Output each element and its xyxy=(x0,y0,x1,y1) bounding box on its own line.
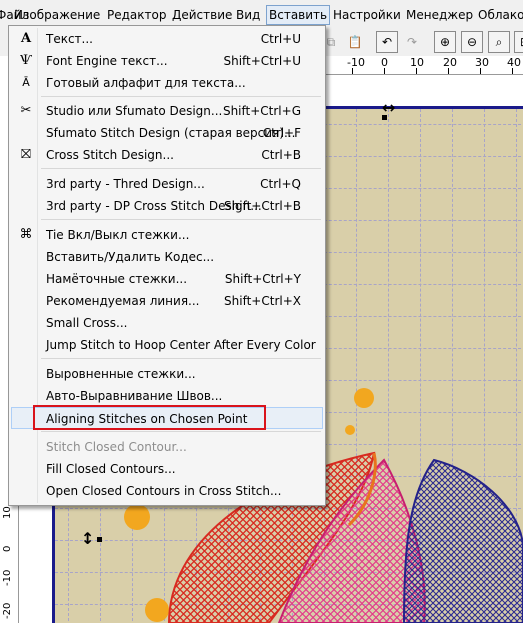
ruler-tick-label: -20 xyxy=(2,602,13,619)
menu-item-cross-stitch-design[interactable]: ⛝ Cross Stitch Design... Ctrl+B xyxy=(11,144,323,166)
ruler-tick-label: 10 xyxy=(410,56,424,69)
menu-item-ready-alphabet[interactable]: Ā Готовый алфафит для текста... xyxy=(11,72,323,94)
ruler-tick-label: 20 xyxy=(443,56,457,69)
zoom-out-icon[interactable]: ⊖ xyxy=(461,31,483,53)
zoom-all-icon[interactable]: ⊞ xyxy=(514,31,523,53)
menu-item-aligned-stitches[interactable]: Выровненные стежки... xyxy=(11,363,323,385)
menu-item-small-cross[interactable]: Small Cross... xyxy=(11,312,323,334)
resize-vertical-icon[interactable]: ↕ xyxy=(81,529,94,548)
menu-cloud[interactable]: Облако xyxy=(478,6,523,24)
menu-item-studio-design[interactable]: ✂ Studio или Sfumato Design... Shift+Ctr… xyxy=(11,100,323,122)
menu-view[interactable]: Вид xyxy=(236,6,260,24)
insert-menu-dropdown: A Текст... Ctrl+U Ѱ Font Engine текст...… xyxy=(8,25,326,506)
ruler-tick-label: 10 xyxy=(2,506,13,519)
menu-image[interactable]: Изображение xyxy=(14,6,100,24)
selection-handle[interactable] xyxy=(382,115,387,120)
zoom-in-icon[interactable]: ⊕ xyxy=(434,31,456,53)
font-engine-icon: Ѱ xyxy=(19,53,33,68)
menu-item-insert-delete-codes[interactable]: Вставить/Удалить Кодес... xyxy=(11,246,323,268)
menu-item-text[interactable]: A Текст... Ctrl+U xyxy=(11,28,323,50)
menu-item-open-closed-contours-cross-stitch[interactable]: Open Closed Contours in Cross Stitch... xyxy=(11,480,323,502)
menu-item-fill-closed-contours[interactable]: Fill Closed Contours... xyxy=(11,458,323,480)
menu-item-jump-stitch-hoop-center[interactable]: Jump Stitch to Hoop Center After Every C… xyxy=(11,334,323,356)
undo-icon[interactable]: ↶ xyxy=(376,31,398,53)
ruler-tick-label: -10 xyxy=(2,569,13,586)
menu-insert[interactable]: Вставить xyxy=(266,5,331,25)
menu-item-stitch-closed-contour: Stitch Closed Contour... xyxy=(46,440,187,454)
menu-item-font-engine-text[interactable]: Ѱ Font Engine текст... Shift+Ctrl+U xyxy=(11,50,323,72)
menu-item-basting-stitches[interactable]: Намёточные стежки... Shift+Ctrl+Y xyxy=(11,268,323,290)
annotation-highlight-box xyxy=(33,405,266,430)
ready-alphabet-icon: Ā xyxy=(22,76,30,89)
cross-stitch-icon: ⛝ xyxy=(21,147,31,162)
zoom-fit-icon[interactable]: ⌕ xyxy=(488,31,510,53)
paste-icon[interactable]: 📋 xyxy=(344,31,366,53)
redo-icon[interactable]: ↷ xyxy=(401,31,423,53)
tie-icon: ⌘ xyxy=(19,227,33,242)
menu-item-recommended-line[interactable]: Рекомендуемая линия... Shift+Ctrl+X xyxy=(11,290,323,312)
menu-settings[interactable]: Настройки xyxy=(333,6,401,24)
menu-item-tie-stitches[interactable]: ⌘ Tie Вкл/Выкл стежки... xyxy=(11,224,323,246)
menu-editor[interactable]: Редактор xyxy=(107,6,166,24)
menu-action[interactable]: Действие xyxy=(172,6,232,24)
menu-item-sfumato-old[interactable]: Sfumato Stitch Design (старая версия)...… xyxy=(11,122,323,144)
selection-handle[interactable] xyxy=(97,537,102,542)
menu-item-thred-design[interactable]: 3rd party - Thred Design... Ctrl+Q xyxy=(11,173,323,195)
ruler-tick-label: 30 xyxy=(475,56,489,69)
menu-item-dp-cross-stitch[interactable]: 3rd party - DP Cross Stitch Design... Sh… xyxy=(11,195,323,217)
ruler-tick-label: -10 xyxy=(347,56,365,69)
studio-icon: ✂ xyxy=(20,103,32,118)
menu-item-auto-align-seams[interactable]: Авто-Выравнивание Швов... xyxy=(11,385,323,407)
ruler-tick-label: 40 xyxy=(507,56,521,69)
menu-manager[interactable]: Менеджер xyxy=(406,6,473,24)
ruler-tick-label: 0 xyxy=(2,545,13,552)
text-icon: A xyxy=(20,31,32,46)
